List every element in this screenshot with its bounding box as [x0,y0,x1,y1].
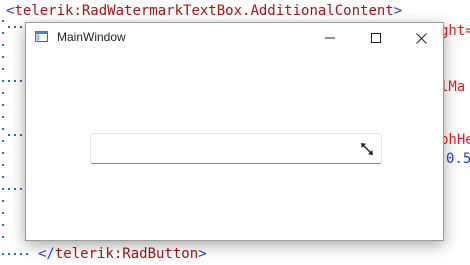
watermark-textbox-input[interactable] [91,134,367,163]
indent-guide-dots-bottom [2,253,28,255]
maximize-button[interactable] [353,23,399,53]
code-line-additional-content-open: <telerik:RadWatermarkTextBox.AdditionalC… [6,2,402,20]
watermark-textbox[interactable] [90,133,382,164]
tag-close-bracket: > [393,3,403,19]
minimize-icon [325,37,335,39]
tag-close-bracket: > [198,246,207,262]
resize-diagonal-arrow-icon [361,143,373,155]
window-title: MainWindow [57,30,126,44]
main-window: MainWindow [25,22,444,241]
window-titlebar[interactable]: MainWindow [26,23,443,53]
additional-content-button[interactable] [358,140,376,158]
maximize-icon [371,33,381,43]
window-app-icon [35,31,48,42]
code-fragment-1: ght= [440,23,470,39]
tag-name: telerik:RadWatermarkTextBox.AdditionalCo… [14,3,394,19]
close-button[interactable] [398,23,444,53]
code-fragment-3: phHe [440,132,470,148]
code-fragment-4: 0.5 [446,151,470,167]
tag-name: telerik:RadButton [54,246,199,262]
close-icon [415,32,427,44]
indent-guide-dots [2,20,22,238]
minimize-button[interactable] [307,23,353,53]
code-line-radbutton-close: </telerik:RadButton> [38,245,207,263]
tag-open-bracket: </ [38,246,55,262]
